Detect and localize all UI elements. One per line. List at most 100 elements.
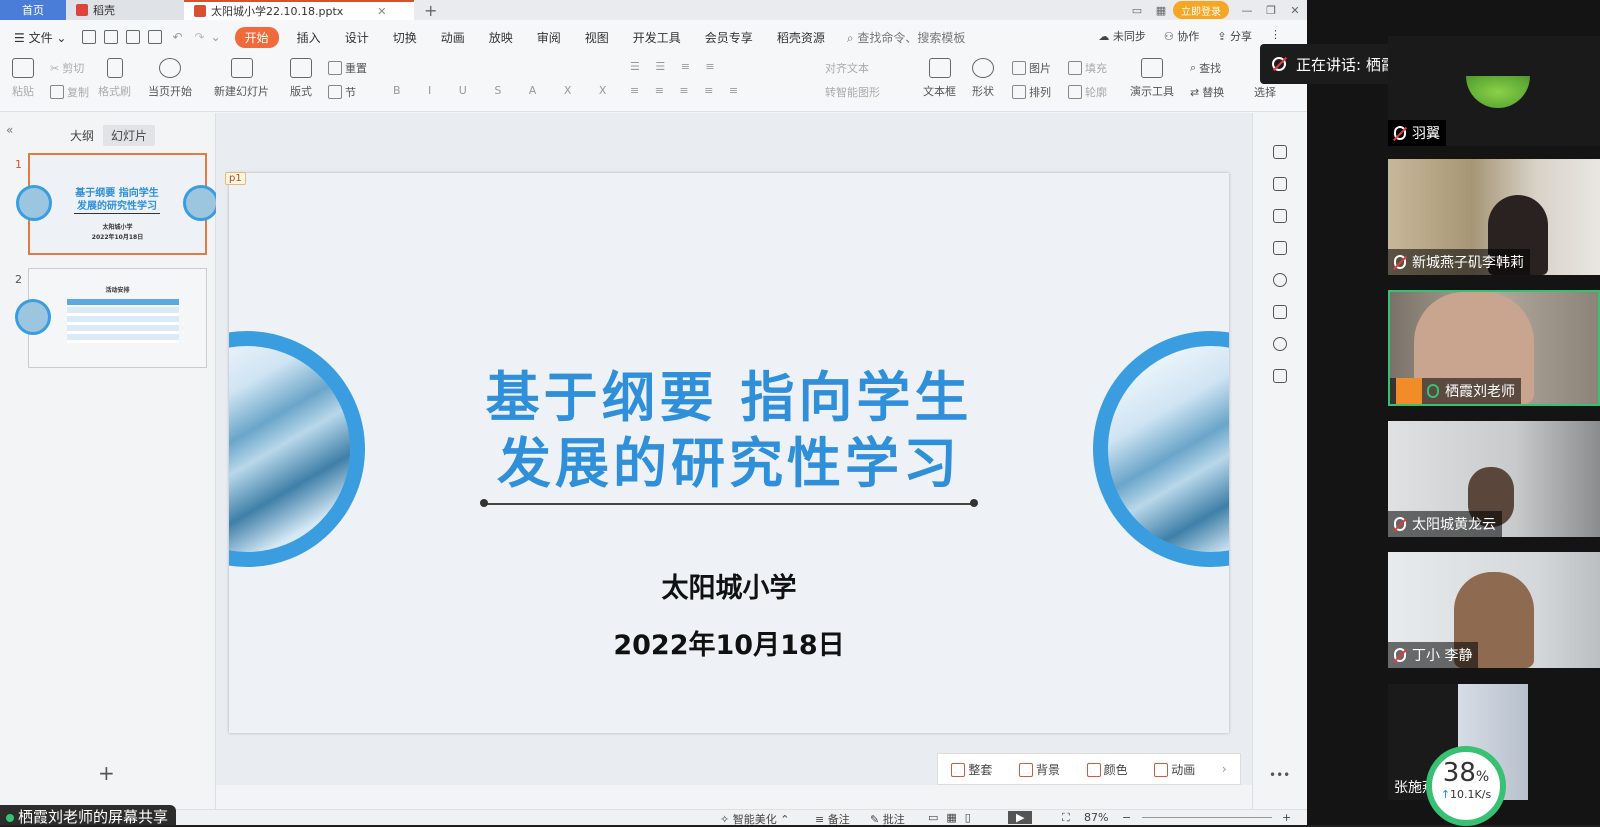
zoom-out-icon[interactable]: − (1122, 811, 1131, 824)
compass-icon[interactable] (1273, 337, 1287, 351)
smart-convert-button[interactable]: 转智能图形 (825, 84, 880, 100)
slide-thumbnail-2[interactable]: 活动安排 (15, 268, 207, 368)
tab-outline[interactable]: 大纲 (62, 125, 102, 146)
menu-animation[interactable]: 动画 (429, 29, 477, 46)
section-label: 节 (345, 86, 356, 99)
sync-button[interactable]: ☁ 未同步 (1098, 28, 1146, 44)
presentation-tools-button[interactable]: 演示工具 (1130, 58, 1174, 99)
login-button[interactable]: 立即登录 (1173, 1, 1229, 19)
select-button[interactable]: 选择 (1254, 84, 1276, 100)
close-window-icon[interactable]: ✕ (1283, 4, 1307, 17)
share-button[interactable]: ⇪ 分享 (1217, 28, 1252, 44)
notes-button[interactable]: ≡ 备注 (815, 811, 850, 825)
background-button[interactable]: 背景 (1018, 761, 1060, 778)
list-buttons[interactable]: ☰ ☰ ≡ ≡ (630, 60, 721, 73)
slide-thumbnail-1[interactable]: 基于纲要 指向学生 发展的研究性学习 太阳城小学 2022年10月18日 (16, 153, 219, 255)
save-icon[interactable] (82, 30, 97, 44)
play-slideshow-button[interactable]: ▶ (1008, 811, 1033, 824)
participant-name-bar: 羽翼 (1388, 120, 1446, 146)
settings-sliders-icon[interactable] (1273, 177, 1287, 191)
zoom-slider[interactable] (1142, 817, 1272, 818)
textbox-button[interactable]: 文本框 (923, 58, 956, 99)
grid-icon[interactable]: ▦ (1149, 4, 1173, 17)
participant-tile[interactable]: 栖霞刘老师 (1388, 290, 1600, 406)
start-from-current-button[interactable]: 当页开始 (148, 58, 192, 99)
menu-review[interactable]: 审阅 (525, 29, 573, 46)
minimize-icon[interactable]: — (1235, 4, 1259, 17)
menu-daoke-resources[interactable]: 稻壳资源 (765, 29, 837, 46)
thumb2-table-header (67, 299, 179, 305)
shape-button[interactable]: 形状 (972, 58, 994, 99)
align-text-button[interactable]: 对齐文本 (825, 60, 869, 76)
print-icon[interactable] (126, 30, 141, 44)
copy-button[interactable]: 复制 (50, 84, 89, 100)
font-style-buttons[interactable]: B I U S A X X (393, 84, 618, 97)
tab-home[interactable]: 首页 (0, 0, 66, 20)
clipboard-icon[interactable] (1273, 305, 1287, 319)
participant-tile[interactable]: 羽翼 (1388, 36, 1600, 146)
fill-button[interactable]: 填充 (1068, 60, 1107, 76)
outline-button[interactable]: 轮廓 (1068, 84, 1107, 100)
cut-button[interactable]: ✂ 剪切 (50, 60, 84, 76)
new-tab-icon[interactable]: + (424, 1, 437, 20)
layout-icon[interactable]: ▭ (1125, 4, 1149, 17)
menu-member[interactable]: 会员专享 (693, 29, 765, 46)
replace-button[interactable]: ⇄ 替换 (1190, 84, 1224, 100)
restore-icon[interactable]: ❐ (1259, 4, 1283, 17)
format-painter-button[interactable]: 格式刷 (98, 58, 131, 99)
new-slide-button[interactable]: 新建幻灯片 (214, 58, 269, 99)
arrange-button[interactable]: 排列 (1012, 84, 1051, 100)
more-icon[interactable]: ⋮ (1270, 28, 1281, 44)
zoom-in-icon[interactable]: + (1282, 811, 1291, 824)
add-slide-button[interactable]: + (98, 761, 115, 785)
menu-start[interactable]: 开始 (234, 26, 279, 48)
menu-slideshow[interactable]: 放映 (477, 29, 525, 46)
slides-icon[interactable] (1273, 241, 1287, 255)
one-click-button[interactable]: 整套 (951, 761, 992, 778)
menu-design[interactable]: 设计 (333, 29, 381, 46)
picture-button[interactable]: 图片 (1012, 60, 1051, 76)
menu-view[interactable]: 视图 (573, 29, 621, 46)
tab-slides[interactable]: 幻灯片 (103, 125, 156, 146)
find-button[interactable]: ⌕ 查找 (1190, 60, 1221, 76)
box-icon[interactable] (1273, 369, 1287, 383)
menu-transition[interactable]: 切换 (381, 29, 429, 46)
section-button[interactable]: 节 (328, 84, 356, 100)
help-icon[interactable] (1273, 273, 1287, 287)
redo-icon[interactable]: ↷ (195, 30, 205, 44)
view-buttons[interactable]: ▭▦▯ (928, 811, 979, 824)
align-buttons[interactable]: ≡ ≡ ≡ ≡ ≡ (630, 84, 744, 97)
layout-button[interactable]: 版式 (290, 58, 312, 99)
export-icon[interactable] (104, 30, 119, 44)
more-dots-icon[interactable]: ••• (1269, 768, 1290, 782)
star-icon[interactable] (1273, 209, 1287, 223)
slide-1[interactable]: 基于纲要 指向学生 发展的研究性学习 太阳城小学 2022年10月18日 (229, 173, 1229, 733)
close-tab-icon[interactable]: ✕ (377, 5, 386, 18)
participant-tile[interactable]: 新城燕子矶李韩莉 (1388, 159, 1600, 275)
paste-button[interactable]: 粘贴 (12, 58, 34, 99)
tab-document[interactable]: 太阳城小学22.10.18.pptx ✕ (184, 0, 414, 20)
undo-icon[interactable]: ↶ (172, 30, 182, 44)
next-icon[interactable]: › (1222, 762, 1227, 776)
preview-icon[interactable] (148, 30, 163, 44)
collab-button[interactable]: ⚇ 协作 (1164, 28, 1199, 44)
rocket-icon[interactable] (1273, 145, 1287, 159)
menu-developer[interactable]: 开发工具 (621, 29, 693, 46)
color-button[interactable]: 颜色 (1086, 761, 1128, 778)
command-search[interactable]: ⌕ 查找命令、搜索模板 (847, 29, 966, 46)
customize-icon[interactable]: ⌄ (211, 30, 221, 44)
fit-icon[interactable]: ⛶ (1062, 811, 1070, 825)
reset-button[interactable]: 重置 (328, 60, 367, 76)
network-status-widget[interactable]: 38% ↑10.1K/s (1426, 746, 1506, 826)
beautify-button[interactable]: ✧ 智能美化 ⌃ (720, 811, 789, 825)
comments-button[interactable]: ✎ 批注 (870, 811, 905, 825)
animation-button[interactable]: 动画 (1154, 761, 1195, 778)
tab-daoke[interactable]: 稻壳 (66, 0, 184, 20)
collapse-panel-icon[interactable]: « (6, 123, 13, 137)
layout-label: 版式 (290, 85, 312, 98)
menu-insert[interactable]: 插入 (285, 29, 333, 46)
participant-tile[interactable]: 太阳城黄龙云 (1388, 421, 1600, 537)
file-menu[interactable]: ☰ 文件 ⌄ (14, 29, 78, 46)
participant-tile[interactable]: 丁小 李静 (1388, 552, 1600, 668)
upload-arrow-icon: ↑ (1440, 788, 1451, 801)
